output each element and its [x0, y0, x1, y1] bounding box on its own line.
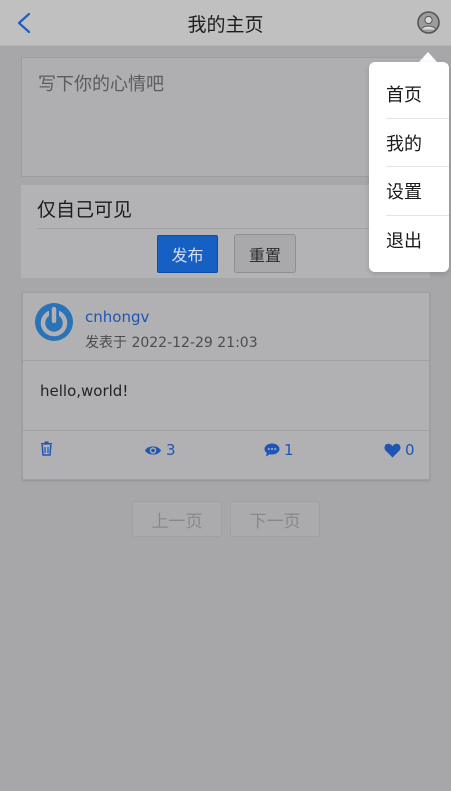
comments-count[interactable]: 1	[264, 441, 294, 459]
delete-button[interactable]	[40, 441, 53, 456]
page-title: 我的主页	[187, 14, 264, 36]
trash-icon	[41, 441, 52, 456]
comment-icon	[264, 443, 280, 457]
publish-button[interactable]: 发布	[157, 235, 218, 273]
reset-button[interactable]: 重置	[234, 234, 296, 273]
menu-item-mine[interactable]: 我的	[386, 119, 449, 167]
views-count-value: 3	[166, 441, 176, 459]
views-count[interactable]: 3	[144, 441, 176, 459]
post-timestamp: 发表于 2022-12-29 21:03	[85, 335, 258, 351]
likes-count-value: 0	[405, 441, 415, 459]
visibility-selector[interactable]: 仅自己可见	[37, 195, 132, 222]
post-card: cnhongv 发表于 2022-12-29 21:03 hello,world…	[22, 292, 430, 480]
menu-item-settings[interactable]: 设置	[386, 167, 449, 215]
post-author[interactable]: cnhongv	[85, 308, 149, 326]
divider	[23, 360, 429, 361]
menu-item-home[interactable]: 首页	[386, 70, 449, 118]
user-dropdown-menu: 首页 我的 设置 退出	[369, 62, 449, 272]
pagination: 上一页 下一页	[132, 501, 321, 537]
likes-count[interactable]: 0	[384, 441, 415, 459]
mood-input[interactable]	[22, 58, 429, 176]
user-avatar-icon[interactable]	[417, 11, 440, 34]
menu-item-logout[interactable]: 退出	[386, 216, 449, 264]
heart-icon	[384, 443, 401, 457]
power-avatar-icon[interactable]	[35, 303, 73, 341]
next-page-button[interactable]: 下一页	[230, 501, 320, 537]
eye-icon	[145, 445, 161, 455]
post-content: hello,world!	[40, 382, 129, 400]
divider	[23, 430, 429, 431]
prev-page-button[interactable]: 上一页	[132, 501, 222, 537]
top-navbar: 我的主页	[0, 0, 451, 46]
post-actions-bar: 3 1 0	[23, 441, 429, 467]
comments-count-value: 1	[284, 441, 294, 459]
